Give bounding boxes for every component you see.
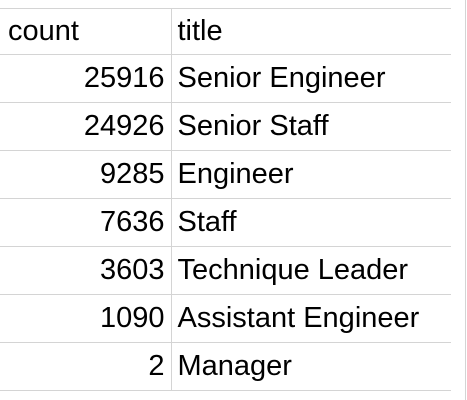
table-row: 2 Manager [0, 342, 452, 391]
table-row: 24926 Senior Staff [0, 102, 452, 151]
table-row: 1090 Assistant Engineer [0, 294, 452, 343]
right-gridline [465, 0, 466, 400]
header-cell-count[interactable]: count [0, 9, 172, 55]
cell-count[interactable]: 3603 [0, 246, 172, 295]
cell-title[interactable]: Senior Staff [171, 102, 452, 151]
cell-count[interactable]: 25916 [0, 54, 172, 103]
header-cell-title[interactable]: title [171, 9, 452, 55]
table-row: 25916 Senior Engineer [0, 54, 452, 103]
header-row: count title [0, 9, 452, 55]
cell-title[interactable]: Senior Engineer [171, 54, 452, 103]
cell-title[interactable]: Assistant Engineer [171, 294, 452, 343]
cell-title[interactable]: Staff [171, 198, 452, 247]
table-row: 7636 Staff [0, 198, 452, 247]
cell-count[interactable]: 24926 [0, 102, 172, 151]
data-grid: count title 25916 Senior Engineer 24926 … [0, 9, 452, 391]
cell-count[interactable]: 9285 [0, 150, 172, 199]
cell-count[interactable]: 1090 [0, 294, 172, 343]
empty-column-area[interactable] [451, 0, 467, 400]
cell-title[interactable]: Manager [171, 342, 452, 391]
cell-count[interactable]: 7636 [0, 198, 172, 247]
cell-title[interactable]: Technique Leader [171, 246, 452, 295]
cell-count[interactable]: 2 [0, 342, 172, 391]
table-row: 3603 Technique Leader [0, 246, 452, 295]
spreadsheet-view: count title 25916 Senior Engineer 24926 … [0, 0, 467, 400]
cell-title[interactable]: Engineer [171, 150, 452, 199]
table-row: 9285 Engineer [0, 150, 452, 199]
